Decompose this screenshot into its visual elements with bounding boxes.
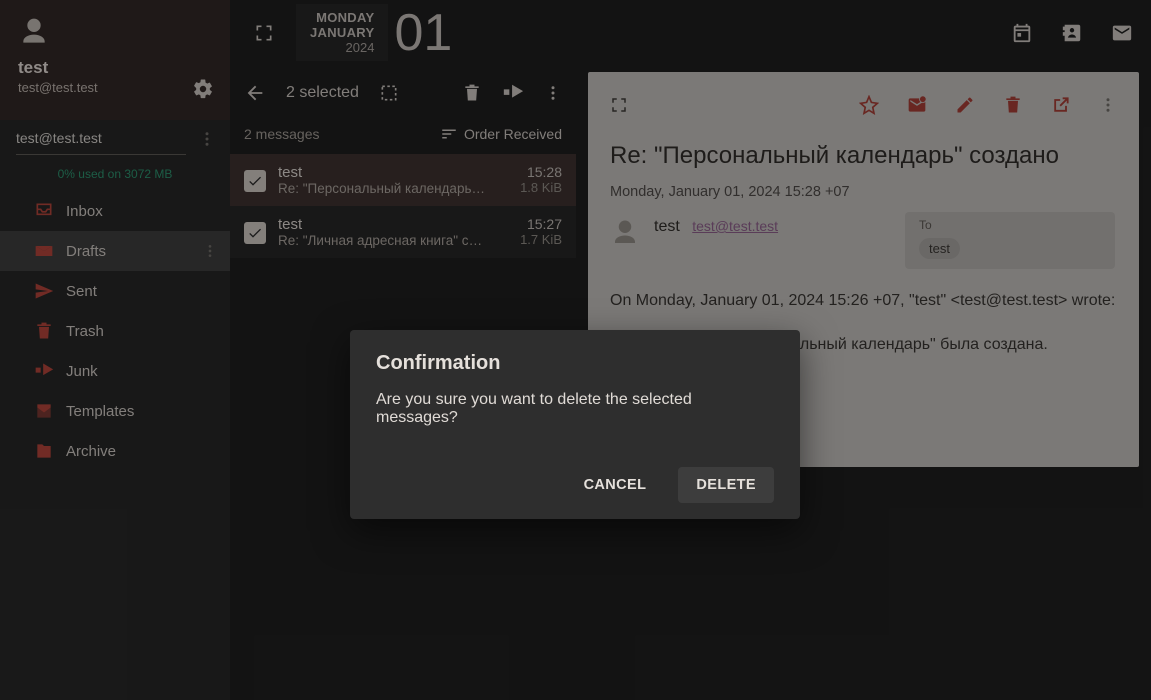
cancel-button[interactable]: CANCEL	[566, 467, 665, 503]
dialog-text: Are you sure you want to delete the sele…	[376, 391, 774, 427]
dialog-title: Confirmation	[376, 352, 774, 375]
delete-button[interactable]: DELETE	[678, 467, 774, 503]
confirmation-dialog: Confirmation Are you sure you want to de…	[350, 330, 800, 519]
